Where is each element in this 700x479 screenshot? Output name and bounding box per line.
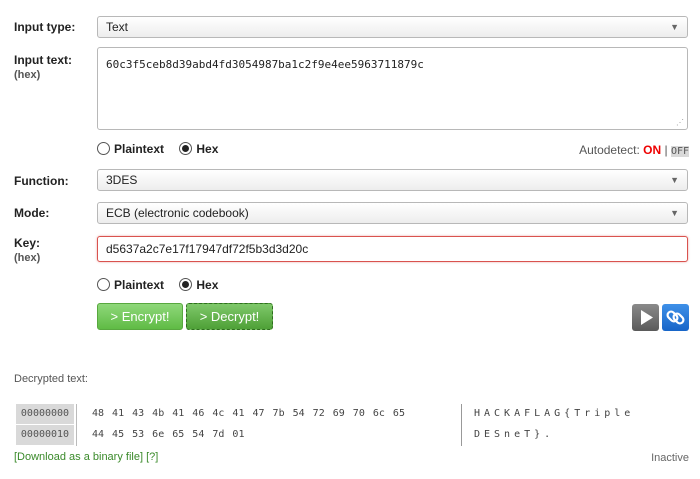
- input-format-plaintext-option[interactable]: Plaintext: [97, 142, 164, 156]
- encrypt-button[interactable]: > Encrypt!: [97, 303, 183, 330]
- input-text-format-hint: (hex): [14, 69, 41, 81]
- divider: [461, 404, 462, 446]
- key-format-hex-option[interactable]: Hex: [179, 278, 218, 292]
- play-icon[interactable]: [632, 304, 659, 331]
- key-label: Key:: [14, 236, 41, 250]
- autodetect-on-link[interactable]: ON: [643, 143, 661, 157]
- input-text-area[interactable]: 60c3f5ceb8d39abd4fd3054987ba1c2f9e4ee596…: [97, 47, 688, 130]
- key-input[interactable]: d5637a2c7e17f17947df72f5b3d3d20c: [97, 236, 688, 262]
- key-value: d5637a2c7e17f17947df72f5b3d3d20c: [106, 242, 309, 256]
- hex-bytes-row: 48 41 43 4b 41 46 4c 41 47 7b 54 72 69 7…: [92, 408, 405, 419]
- hex-bytes-row: 44 45 53 6e 65 54 7d 01: [92, 429, 245, 440]
- offset-column: 00000000 00000010: [16, 404, 74, 446]
- decrypt-button[interactable]: > Decrypt!: [186, 303, 273, 330]
- ascii-row: HACKAFLAG{Triple: [474, 408, 635, 419]
- input-type-value: Text: [106, 20, 129, 34]
- autodetect-off-link[interactable]: OFF: [670, 146, 689, 157]
- function-select[interactable]: 3DES ▼: [97, 169, 688, 191]
- input-format-radio-group: Plaintext Hex: [97, 142, 230, 156]
- key-format-radio-group: Plaintext Hex: [97, 278, 230, 292]
- hex-dump: 00000000 00000010 48 41 43 4b 41 46 4c 4…: [14, 404, 690, 450]
- status-text: Inactive: [651, 452, 689, 464]
- input-text-value: 60c3f5ceb8d39abd4fd3054987ba1c2f9e4ee596…: [106, 58, 424, 71]
- ascii-row: DESneT}.: [474, 429, 555, 440]
- input-type-select[interactable]: Text ▼: [97, 16, 688, 38]
- mode-select[interactable]: ECB (electronic codebook) ▼: [97, 202, 688, 224]
- chevron-down-icon: ▼: [670, 208, 679, 218]
- mode-value: ECB (electronic codebook): [106, 206, 249, 220]
- offset-cell: 00000000: [16, 404, 74, 424]
- divider: [76, 404, 77, 446]
- mode-label: Mode:: [14, 206, 50, 220]
- radio-unselected-icon[interactable]: [97, 142, 110, 155]
- function-value: 3DES: [106, 173, 138, 187]
- radio-selected-icon[interactable]: [179, 142, 193, 155]
- key-format-plaintext-option[interactable]: Plaintext: [97, 278, 164, 292]
- link-icon[interactable]: [662, 304, 689, 331]
- input-type-label: Input type:: [14, 20, 76, 34]
- download-binary-link[interactable]: [Download as a binary file]: [14, 451, 143, 463]
- offset-cell: 00000010: [16, 425, 74, 445]
- input-text-label: Input text:: [14, 53, 72, 67]
- chevron-down-icon: ▼: [670, 175, 679, 185]
- download-links: [Download as a binary file] [?]: [14, 451, 158, 463]
- help-link[interactable]: [?]: [146, 451, 158, 463]
- resize-grip-icon[interactable]: ⋰: [676, 118, 684, 127]
- chevron-down-icon: ▼: [670, 22, 679, 32]
- radio-selected-icon[interactable]: [179, 278, 193, 291]
- autodetect-toggle: Autodetect: ON | OFF: [579, 143, 689, 157]
- input-format-hex-option[interactable]: Hex: [179, 142, 218, 156]
- radio-unselected-icon[interactable]: [97, 278, 110, 291]
- function-label: Function:: [14, 174, 69, 188]
- key-format-hint: (hex): [14, 252, 41, 264]
- output-title: Decrypted text:: [14, 373, 88, 385]
